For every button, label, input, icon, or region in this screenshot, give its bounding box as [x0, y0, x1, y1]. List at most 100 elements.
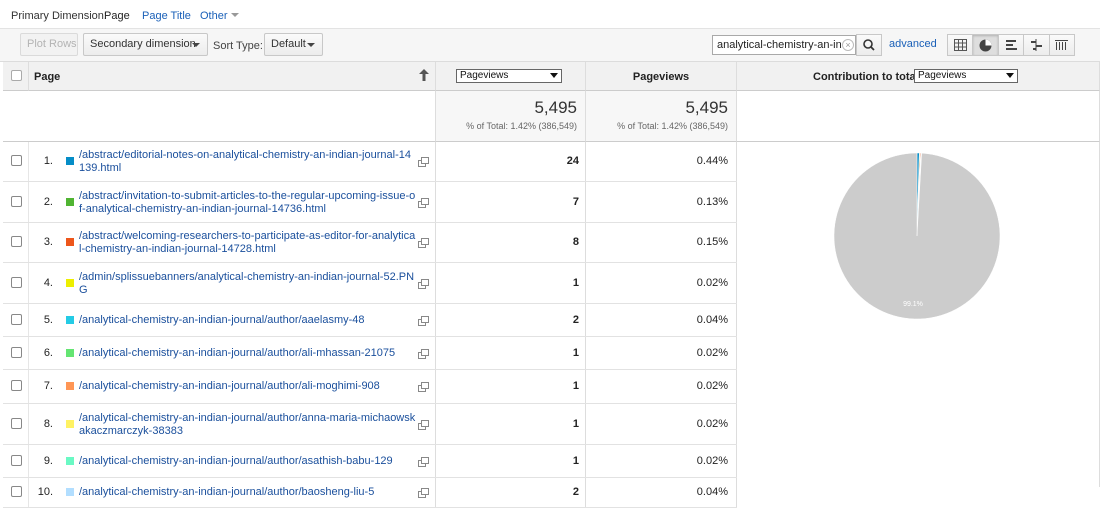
primary-dimension-bar: Primary Dimension: Page Page Title Other	[0, 0, 1100, 29]
contribution-percent: 0.02%	[696, 277, 728, 289]
performance-view-icon[interactable]	[999, 35, 1025, 55]
pageviews-column-header[interactable]: Pageviews	[586, 71, 736, 83]
total-pageviews: 5,495	[534, 98, 577, 117]
external-link-icon[interactable]	[418, 279, 430, 289]
row-checkbox[interactable]	[11, 196, 22, 207]
clear-search-icon[interactable]: ×	[842, 39, 854, 51]
chevron-down-icon	[192, 43, 200, 47]
primary-dimension-page[interactable]: Page	[104, 10, 130, 22]
chevron-down-icon	[550, 73, 558, 78]
series-color-swatch	[66, 238, 74, 246]
row-checkbox[interactable]	[11, 418, 22, 429]
term-cloud-icon[interactable]	[1050, 35, 1074, 55]
contribution-select[interactable]: Pageviews	[914, 69, 1018, 83]
page-column-header[interactable]: Page	[34, 71, 60, 83]
page-link[interactable]: /analytical-chemistry-an-indian-journal/…	[79, 455, 417, 468]
pageviews-value: 7	[572, 196, 579, 208]
primary-dimension-page-title[interactable]: Page Title	[142, 10, 191, 22]
contribution-cell: 0.13%	[586, 182, 737, 222]
search-input[interactable]: analytical-chemistry-an-in	[712, 35, 856, 55]
contribution-percent: 0.02%	[696, 418, 728, 430]
series-color-swatch	[66, 349, 74, 357]
contribution-percent: 0.02%	[696, 380, 728, 392]
row-number: 8.	[43, 418, 53, 430]
secondary-dimension-dropdown[interactable]: Secondary dimension	[83, 33, 208, 56]
row-checkbox[interactable]	[11, 347, 22, 358]
page-link[interactable]: /analytical-chemistry-an-indian-journal/…	[79, 412, 417, 438]
external-link-icon[interactable]	[418, 457, 430, 467]
pageviews-value: 2	[572, 314, 579, 326]
series-color-swatch	[66, 316, 74, 324]
external-link-icon[interactable]	[418, 349, 430, 359]
pageviews-cell: 24	[436, 142, 586, 181]
contribution-percent: 0.02%	[696, 455, 728, 467]
sort-type-label: Sort Type:	[213, 40, 263, 52]
row-number: 4.	[43, 277, 53, 289]
header-page[interactable]: Page	[29, 62, 436, 91]
sort-arrow-up-icon[interactable]	[419, 69, 429, 81]
page-link[interactable]: /analytical-chemistry-an-indian-journal/…	[79, 347, 417, 360]
row-number: 3.	[43, 236, 53, 248]
contribution-cell: 0.02%	[586, 263, 737, 303]
page-link[interactable]: /analytical-chemistry-an-indian-journal/…	[79, 314, 417, 327]
page-link[interactable]: /analytical-chemistry-an-indian-journal/…	[79, 380, 417, 393]
row-checkbox[interactable]	[11, 155, 22, 166]
page-link[interactable]: /abstract/editorial-notes-on-analytical-…	[79, 149, 417, 175]
comparison-view-icon[interactable]	[1024, 35, 1050, 55]
table-row: 7. /analytical-chemistry-an-indian-journa…	[3, 370, 737, 404]
search-button[interactable]	[856, 34, 882, 56]
other-link-label[interactable]: Other	[200, 10, 228, 22]
external-link-icon[interactable]	[418, 238, 430, 248]
pageviews-value: 2	[572, 486, 579, 498]
row-select-cell	[3, 304, 29, 336]
page-link[interactable]: /abstract/welcoming-researchers-to-parti…	[79, 230, 417, 256]
row-select-cell	[3, 404, 29, 444]
header-pageviews[interactable]: Pageviews	[586, 62, 737, 91]
table-row: 9. /analytical-chemistry-an-indian-journa…	[3, 445, 737, 478]
pageviews-value: 1	[572, 455, 579, 467]
search-icon	[863, 39, 875, 51]
row-checkbox[interactable]	[11, 277, 22, 288]
pageviews-cell: 1	[436, 337, 586, 369]
row-checkbox[interactable]	[11, 486, 22, 497]
page-cell: 1. /abstract/editorial-notes-on-analytica…	[29, 142, 436, 181]
pie-slice-other[interactable]	[833, 152, 1001, 320]
contribution-percent: 0.04%	[696, 486, 728, 498]
external-link-icon[interactable]	[418, 420, 430, 430]
chevron-down-icon	[1006, 73, 1014, 78]
external-link-icon[interactable]	[418, 382, 430, 392]
primary-dimension-label: Primary Dimension:	[11, 10, 107, 22]
sort-type-dropdown[interactable]: Default	[264, 33, 323, 56]
external-link-icon[interactable]	[418, 198, 430, 208]
pageviews-value: 8	[572, 236, 579, 248]
advanced-filter-link[interactable]: advanced	[889, 38, 937, 50]
totals-contribution-cell	[737, 91, 1100, 142]
header-contribution: Contribution to total: Pageviews	[737, 62, 1100, 91]
row-checkbox[interactable]	[11, 314, 22, 325]
pie-view-icon[interactable]	[973, 35, 999, 55]
row-checkbox[interactable]	[11, 380, 22, 391]
external-link-icon[interactable]	[418, 316, 430, 326]
contribution-cell: 0.02%	[586, 370, 737, 403]
metric-select[interactable]: Pageviews	[456, 69, 562, 83]
row-select-cell	[3, 263, 29, 303]
total-pageviews-2-percent: % of Total: 1.42% (386,549)	[617, 121, 728, 131]
table-view-icon[interactable]	[948, 35, 974, 55]
row-checkbox[interactable]	[11, 236, 22, 247]
contribution-cell: 0.04%	[586, 304, 737, 336]
external-link-icon[interactable]	[418, 488, 430, 498]
page-link[interactable]: /abstract/invitation-to-submit-articles-…	[79, 190, 417, 216]
external-link-icon[interactable]	[418, 157, 430, 167]
page-link[interactable]: /admin/splissuebanners/analytical-chemis…	[79, 271, 417, 297]
row-select-cell	[3, 223, 29, 262]
page-link[interactable]: /analytical-chemistry-an-indian-journal/…	[79, 486, 417, 499]
page-title-link-label[interactable]: Page Title	[142, 10, 191, 22]
totals-pageviews-cell: 5,495 % of Total: 1.42% (386,549)	[436, 91, 586, 142]
row-checkbox[interactable]	[11, 455, 22, 466]
select-all-checkbox[interactable]	[11, 70, 22, 81]
pie-other-label: 99.1%	[903, 301, 923, 308]
primary-dimension-other[interactable]: Other	[200, 10, 239, 22]
pageviews-value: 24	[566, 155, 579, 167]
plot-rows-button[interactable]: Plot Rows	[20, 33, 78, 56]
table-row: 3. /abstract/welcoming-researchers-to-par…	[3, 223, 737, 263]
